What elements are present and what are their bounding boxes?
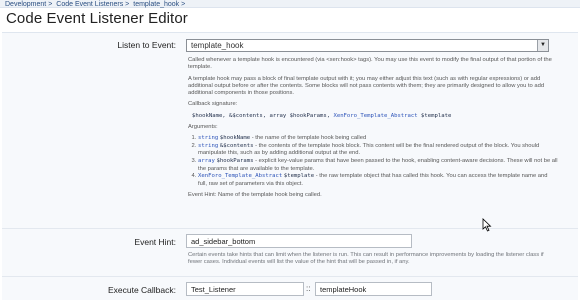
execute-callback-label: Execute Callback:	[107, 285, 176, 295]
event-select[interactable]: template_hook ▼	[186, 39, 549, 52]
editor-form: Listen to Event: template_hook ▼ Called …	[2, 32, 578, 300]
callback-class-input[interactable]: Test_Listener	[186, 282, 304, 296]
argument-item: array $hookParams - explicit key-value p…	[198, 158, 558, 173]
breadcrumb-code-event-listeners[interactable]: Code Event Listeners >	[56, 1, 129, 8]
event-hint-input[interactable]: ad_sidebar_bottom	[186, 234, 412, 248]
event-desc-detail: A template hook may pass a block of fina…	[188, 75, 545, 97]
execute-callback-row: Execute Callback: Test_Listener :: templ…	[2, 277, 578, 300]
breadcrumb: Development > Code Event Listeners > tem…	[5, 0, 185, 9]
event-select-value: template_hook	[191, 41, 244, 50]
callback-method-input[interactable]: templateHook	[315, 282, 432, 296]
event-desc-intro: Called whenever a template hook is encou…	[188, 57, 552, 71]
argument-item: XenForo_Template_Abstract $template - th…	[198, 173, 558, 188]
event-hint-description: Certain events take hints that can limit…	[188, 252, 544, 266]
event-hint-label: Event Hint:	[134, 237, 176, 247]
event-hint-note: Event Hint: Name of the template hook be…	[188, 191, 322, 198]
callback-signature: $hookName, &$contents, array $hookParams…	[192, 113, 558, 120]
argument-item: string &$contents - the contents of the …	[198, 143, 558, 158]
listen-to-event-row: Listen to Event: template_hook ▼ Called …	[2, 33, 578, 229]
argument-item: string $hookName - the name of the templ…	[198, 135, 558, 142]
page-title: Code Event Listener Editor	[6, 10, 188, 27]
listen-to-event-label: Listen to Event:	[117, 40, 176, 50]
mouse-cursor-icon	[482, 218, 492, 232]
callback-separator: ::	[306, 284, 311, 293]
event-description: Called whenever a template hook is encou…	[188, 57, 558, 203]
chevron-down-icon[interactable]: ▼	[537, 40, 548, 51]
breadcrumb-template-hook[interactable]: template_hook >	[133, 1, 185, 8]
signature-params: $hookName, &$contents, array $hookParams…	[192, 112, 334, 119]
arguments-list: string $hookName - the name of the templ…	[188, 135, 558, 188]
signature-template: $template	[417, 112, 452, 119]
arguments-label: Arguments:	[188, 124, 218, 131]
callback-signature-label: Callback signature:	[188, 101, 238, 108]
breadcrumb-development[interactable]: Development >	[5, 1, 52, 8]
signature-class: XenForo_Template_Abstract	[333, 112, 418, 119]
event-hint-row: Event Hint: ad_sidebar_bottom Certain ev…	[2, 229, 578, 277]
